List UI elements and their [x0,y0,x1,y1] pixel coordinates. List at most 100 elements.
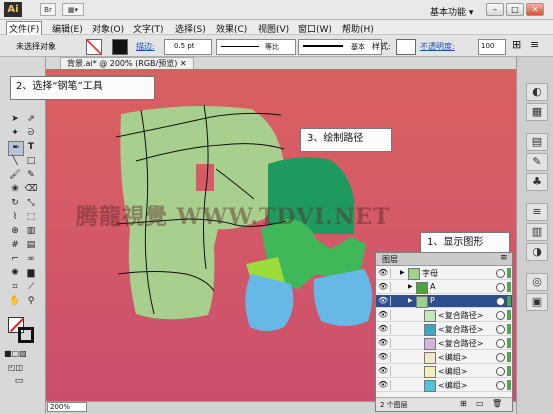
target-circle-icon[interactable] [496,311,505,320]
menu-type[interactable]: 文字(T) [133,22,164,35]
layer-row[interactable]: 👁 <编组> [376,351,512,364]
gradient-panel-icon[interactable]: ▥ [526,223,548,241]
artboard-tool-icon[interactable]: ⌗ [8,281,22,294]
symbol-sprayer-tool-icon[interactable]: ✺ [8,267,22,280]
layer-row[interactable]: 👁 <复合路径> [376,323,512,336]
hand-tool-icon[interactable]: ✋ [8,295,22,308]
color-mode-icon[interactable]: ■□▧ [4,347,27,360]
blob-brush-tool-icon[interactable]: ❀ [8,183,22,196]
paintbrush-tool-icon[interactable]: 🖌 [8,169,22,182]
pencil-tool-icon[interactable]: ✎ [24,169,38,182]
arrange-documents-icon[interactable]: ▦▾ [62,3,84,16]
free-transform-tool-icon[interactable]: ⬚ [24,211,38,224]
lasso-tool-icon[interactable]: ᘐ [24,127,38,140]
selection-tool-icon[interactable]: ➤ [8,113,22,126]
zoom-tool-icon[interactable]: ⚲ [24,295,38,308]
lock-toggle[interactable] [390,380,399,390]
swatches-panel-icon[interactable]: ▤ [526,133,548,151]
visibility-eye-icon[interactable]: 👁 [378,352,388,362]
eraser-tool-icon[interactable]: ⌫ [24,183,38,196]
graphic-styles-panel-icon[interactable]: ▣ [526,293,548,311]
lock-toggle[interactable] [390,338,399,348]
visibility-eye-icon[interactable]: 👁 [378,268,388,278]
layer-row[interactable]: 👁 ▶ P [376,295,512,308]
type-tool-icon[interactable]: T [24,141,38,154]
target-circle-icon[interactable] [496,339,505,348]
panel-menu-icon[interactable]: ≡ [530,38,539,51]
lock-toggle[interactable] [390,310,399,320]
target-circle-icon[interactable] [496,353,505,362]
shape-builder-tool-icon[interactable]: ⊕ [8,225,22,238]
lock-toggle[interactable] [390,282,399,292]
fill-swatch[interactable] [86,39,102,55]
target-circle-icon[interactable] [496,269,505,278]
color-panel-icon[interactable]: ◐ [526,83,548,101]
target-circle-icon[interactable] [496,325,505,334]
target-circle-icon[interactable] [496,367,505,376]
visibility-eye-icon[interactable]: 👁 [378,366,388,376]
pen-tool-icon[interactable]: ✒ [8,141,24,156]
eyedropper-tool-icon[interactable]: ⌐ [8,253,22,266]
direct-selection-tool-icon[interactable]: ⇗ [24,113,38,126]
menu-window[interactable]: 窗口(W) [298,22,332,35]
panel-menu-icon[interactable]: ≡ [500,253,508,263]
line-tool-icon[interactable]: ╲ [8,155,22,168]
layer-row[interactable]: 👁 <编组> [376,379,512,392]
document-tab[interactable]: 背景.ai* @ 200% (RGB/预览) ✕ [60,57,194,69]
layer-row[interactable]: 👁 <复合路径> [376,337,512,350]
visibility-eye-icon[interactable]: 👁 [378,338,388,348]
minimize-button[interactable]: – [486,3,504,16]
visibility-eye-icon[interactable]: 👁 [378,380,388,390]
rotate-tool-icon[interactable]: ↻ [8,197,22,210]
column-graph-tool-icon[interactable]: ▆ [24,267,38,280]
target-circle-icon[interactable] [496,297,505,306]
stroke-panel-icon[interactable]: ≡ [526,203,548,221]
layer-row[interactable]: 👁 <复合路径> [376,309,512,322]
lock-toggle[interactable] [390,352,399,362]
lock-toggle[interactable] [390,324,399,334]
zoom-field[interactable]: 200% [47,402,87,412]
menu-effect[interactable]: 效果(C) [216,22,247,35]
symbols-panel-icon[interactable]: ♣ [526,173,548,191]
drawing-mode-icon[interactable]: ◰◫ [8,361,23,374]
perspective-grid-tool-icon[interactable]: ▥ [24,225,38,238]
rectangle-tool-icon[interactable]: □ [24,155,38,168]
expand-triangle-icon[interactable]: ▶ [400,269,405,276]
brushes-panel-icon[interactable]: ✎ [526,153,548,171]
menu-edit[interactable]: 编辑(E) [52,22,83,35]
lock-toggle[interactable] [390,366,399,376]
visibility-eye-icon[interactable]: 👁 [378,282,388,292]
menu-view[interactable]: 视图(V) [258,22,289,35]
lock-toggle[interactable] [390,296,399,306]
menu-help[interactable]: 帮助(H) [342,22,374,35]
stroke-weight-field[interactable]: 0.5 pt [164,39,212,55]
menu-select[interactable]: 选择(S) [175,22,206,35]
close-button[interactable]: ✕ [526,3,544,16]
new-layer-icon[interactable]: ▭ [476,399,484,408]
target-circle-icon[interactable] [496,283,505,292]
lock-toggle[interactable] [390,268,399,278]
stroke-color-box[interactable] [18,327,34,343]
magic-wand-tool-icon[interactable]: ✦ [8,127,22,140]
bridge-button-icon[interactable]: Br [40,3,56,16]
target-circle-icon[interactable] [496,381,505,390]
layer-row[interactable]: 👁 ▶ 字母 [376,267,512,280]
slice-tool-icon[interactable]: ⟋ [24,281,38,294]
menu-file[interactable]: 文件(F) [6,21,43,36]
scale-tool-icon[interactable]: ⤡ [24,197,38,210]
gradient-tool-icon[interactable]: ▤ [24,239,38,252]
warp-tool-icon[interactable]: ⌇ [8,211,22,224]
expand-triangle-icon[interactable]: ▶ [408,297,413,304]
workspace-switcher[interactable]: 基本功能 ▾ [430,5,473,18]
stroke-label-link[interactable]: 描边: [136,41,155,52]
maximize-button[interactable]: □ [506,3,524,16]
delete-layer-icon[interactable]: 🗑 [492,399,502,408]
align-icon[interactable]: ⊞ [512,38,521,51]
brush-definition[interactable]: 基本 [298,39,382,55]
visibility-eye-icon[interactable]: 👁 [378,324,388,334]
transparency-panel-icon[interactable]: ◑ [526,243,548,261]
layer-row[interactable]: 👁 <编组> [376,365,512,378]
color-guide-icon[interactable]: ▦ [526,103,548,121]
menu-object[interactable]: 对象(O) [92,22,124,35]
stroke-swatch[interactable] [112,39,128,55]
